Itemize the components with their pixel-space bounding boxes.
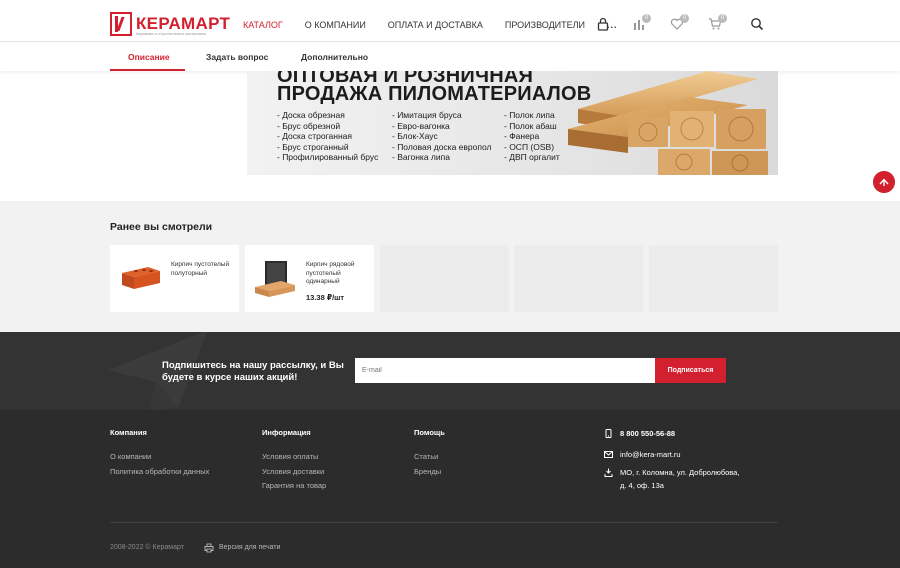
footer-link-articles[interactable]: Статьи <box>414 450 445 465</box>
footer-link-privacy[interactable]: Политика обработки данных <box>110 465 209 480</box>
newsletter-text: Подпишитесь на нашу рассылку, и Вы будет… <box>162 360 344 383</box>
footer-link-payment[interactable]: Условия оплаты <box>262 450 326 465</box>
subscribe-button[interactable]: Подписаться <box>655 358 726 383</box>
email-input[interactable] <box>355 358 655 383</box>
printer-icon[interactable] <box>204 543 214 553</box>
nav-catalog[interactable]: КАТАЛОГ <box>243 20 283 30</box>
product-name[interactable]: Кирпич рядовой пустотелый одинарный <box>306 261 368 287</box>
empty-card-placeholder <box>649 245 778 312</box>
site-footer: Компания О компании Политика обработки д… <box>0 410 900 568</box>
logo[interactable]: КЕРАМАРТ керамика и строительные материа… <box>110 12 230 36</box>
footer-help-title: Помощь <box>414 428 445 437</box>
footer-info-col: Информация Условия оплаты Условия достав… <box>262 428 326 494</box>
footer-link-about[interactable]: О компании <box>110 450 209 465</box>
empty-card-placeholder <box>514 245 643 312</box>
banner-title-line2: ПРОДАЖА ПИЛОМАТЕРИАЛОВ <box>277 83 592 105</box>
viewed-product-card[interactable]: Кирпич рядовой пустотелый одинарный 13.3… <box>245 245 374 312</box>
compare-count-badge: 0 <box>642 14 651 23</box>
footer-address-line1: МО, г. Коломна, ул. Добролюбова, <box>620 468 740 477</box>
tab-description[interactable]: Описание <box>128 52 170 62</box>
footer-help-col: Помощь Статьи Бренды <box>414 428 445 479</box>
tab-ask-question[interactable]: Задать вопрос <box>206 52 268 62</box>
active-tab-indicator <box>110 69 185 71</box>
footer-info-title: Информация <box>262 428 311 437</box>
product-price: 13.38 ₽/шт <box>306 293 345 302</box>
recently-viewed-section: Ранее вы смотрели Кирпич пустотелый полу… <box>0 201 900 332</box>
footer-link-warranty[interactable]: Гарантия на товар <box>262 479 326 494</box>
brick-stack-image <box>255 261 295 297</box>
footer-link-delivery[interactable]: Условия доставки <box>262 465 326 480</box>
banner-list-col3: - Полок липа - Полок абаш - Фанера - ОСП (O… <box>504 110 560 163</box>
header-icons: 0 0 0 <box>596 14 766 33</box>
product-tabs: Описание Задать вопрос Дополнительно <box>0 42 900 71</box>
lumber-image <box>568 71 768 175</box>
site-header: КЕРАМАРТ керамика и строительные материа… <box>0 0 900 42</box>
location-icon <box>604 468 613 477</box>
nav-about[interactable]: О КОМПАНИИ <box>305 20 366 30</box>
cart-count-badge: 0 <box>718 14 727 23</box>
brick-image <box>122 267 160 289</box>
footer-email[interactable]: info@kera-mart.ru <box>620 450 681 459</box>
recently-viewed-title: Ранее вы смотрели <box>110 221 213 233</box>
mail-icon <box>604 451 613 458</box>
print-version-link[interactable]: Версия для печати <box>219 544 280 551</box>
product-name[interactable]: Кирпич пустотелый полуторный <box>171 261 233 278</box>
nav-manufacturers[interactable]: ПРОИЗВОДИТЕЛИ <box>505 20 585 30</box>
search-icon[interactable] <box>750 17 764 31</box>
lock-icon[interactable] <box>596 17 610 31</box>
logo-mark-icon <box>110 12 132 36</box>
wishlist-count-badge: 0 <box>680 14 689 23</box>
logo-text: КЕРАМАРТ <box>136 14 231 33</box>
viewed-product-card[interactable]: Кирпич пустотелый полуторный <box>110 245 239 312</box>
footer-company-col: Компания О компании Политика обработки д… <box>110 428 209 479</box>
logo-subtitle: керамика и строительные материалы <box>136 31 206 36</box>
newsletter-section: Подпишитесь на нашу рассылку, и Вы будет… <box>0 332 900 410</box>
footer-phone[interactable]: 8 800 550-56-88 <box>620 429 675 438</box>
tab-additional[interactable]: Дополнительно <box>301 52 368 62</box>
footer-address-line2: д. 4, оф. 13а <box>620 481 664 490</box>
page: КЕРАМАРТ керамика и строительные материа… <box>0 0 900 568</box>
empty-card-placeholder <box>380 245 509 312</box>
nav-payment-delivery[interactable]: ОПЛАТА И ДОСТАВКА <box>388 20 483 30</box>
main-nav: КАТАЛОГ О КОМПАНИИ ОПЛАТА И ДОСТАВКА ПРО… <box>243 20 640 30</box>
footer-divider <box>110 522 778 523</box>
footer-company-title: Компания <box>110 428 147 437</box>
phone-icon <box>605 429 612 438</box>
footer-link-brands[interactable]: Бренды <box>414 465 445 480</box>
copyright: 2008-2022 © Керамарт <box>110 544 184 551</box>
lumber-banner: ОПТОВАЯ И РОЗНИЧНАЯ ПРОДАЖА ПИЛОМАТЕРИАЛ… <box>247 71 778 175</box>
banner-list-col1: - Доска обрезная - Брус обрезной - Доска с… <box>277 110 379 163</box>
scroll-top-button[interactable] <box>873 171 895 193</box>
banner-list-col2: - Имитация бруса - Евро-вагонка - Блок-Хау… <box>392 110 492 163</box>
